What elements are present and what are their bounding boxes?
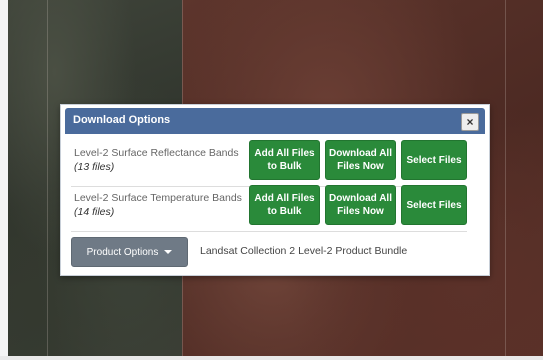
map-panel-edge (0, 0, 8, 360)
band-file-count: (13 files) (74, 161, 115, 173)
dialog-title: Download Options (73, 114, 171, 126)
chevron-down-icon (164, 250, 173, 254)
band-name: Level-2 Surface Reflectance Bands (74, 147, 239, 159)
select-files-button[interactable]: Select Files (401, 185, 467, 225)
band-label: Level-2 Surface Reflectance Bands (13 fi… (74, 146, 252, 174)
product-options-label: Product Options (86, 246, 159, 258)
band-row-surface-temperature: Level-2 Surface Temperature Bands (14 fi… (71, 185, 483, 229)
map-grid-line (505, 0, 506, 360)
map-grid-line (47, 0, 48, 360)
select-files-button[interactable]: Select Files (401, 140, 467, 180)
band-label: Level-2 Surface Temperature Bands (14 fi… (74, 191, 252, 219)
band-file-count: (14 files) (74, 206, 115, 218)
download-options-dialog: Download Options × Level-2 Surface Refle… (60, 104, 490, 276)
dialog-header: Download Options × (65, 108, 485, 134)
map-view[interactable]: Download Options × Level-2 Surface Refle… (0, 0, 543, 360)
band-name: Level-2 Surface Temperature Bands (74, 192, 242, 204)
close-icon[interactable]: × (461, 113, 479, 131)
add-all-files-to-bulk-button[interactable]: Add All Files to Bulk (249, 185, 320, 225)
map-panel-edge (0, 356, 543, 360)
row-divider (71, 231, 467, 232)
band-row-surface-reflectance: Level-2 Surface Reflectance Bands (13 fi… (71, 140, 483, 184)
product-bundle-name: Landsat Collection 2 Level-2 Product Bun… (200, 245, 408, 257)
download-all-files-now-button[interactable]: Download All Files Now (325, 140, 396, 180)
add-all-files-to-bulk-button[interactable]: Add All Files to Bulk (249, 140, 320, 180)
download-all-files-now-button[interactable]: Download All Files Now (325, 185, 396, 225)
product-options-button[interactable]: Product Options (71, 237, 188, 267)
